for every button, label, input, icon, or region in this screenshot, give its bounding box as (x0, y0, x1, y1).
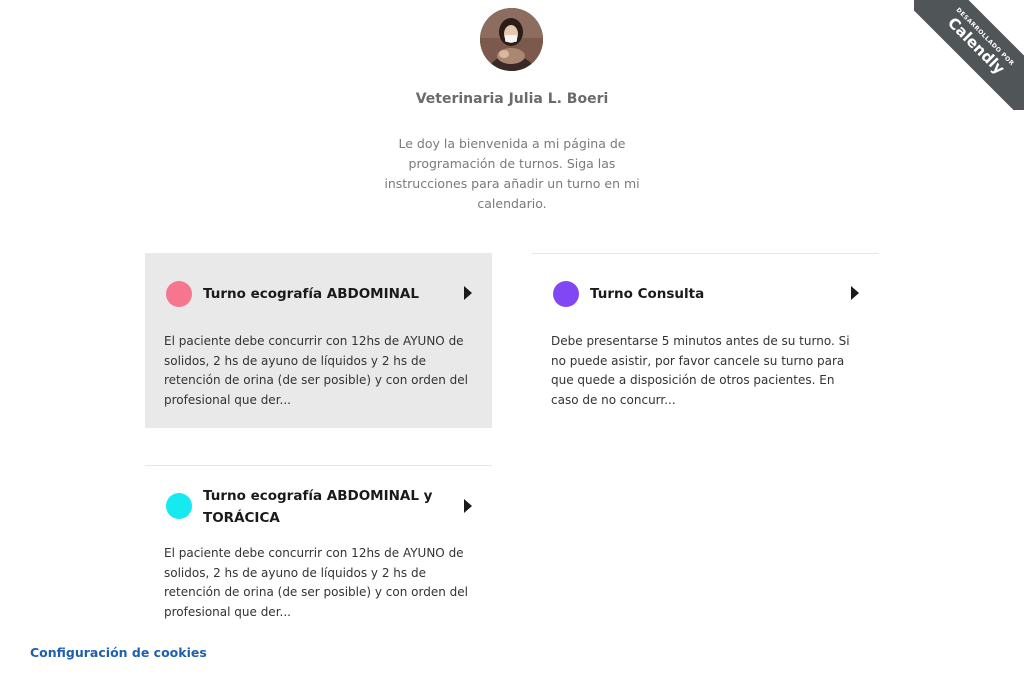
cookie-settings-link[interactable]: Configuración de cookies (30, 645, 207, 660)
event-description: Debe presentarse 5 minutos antes de su t… (551, 334, 850, 407)
event-color-dot (166, 281, 192, 307)
host-name: Veterinaria Julia L. Boeri (415, 91, 609, 107)
welcome-message: Le doy la bienvenida a mi página de prog… (384, 136, 640, 211)
event-color-dot (166, 493, 192, 519)
event-description: El paciente debe concurrir con 12hs de A… (164, 546, 468, 619)
caret-right-icon[interactable] (464, 286, 472, 300)
event-type-card[interactable]: Turno ecografía ABDOMINAL El paciente de… (145, 253, 492, 428)
host-avatar (480, 8, 543, 71)
caret-right-icon[interactable] (464, 499, 472, 513)
caret-right-icon[interactable] (851, 286, 859, 300)
host-photo (480, 8, 543, 71)
event-title[interactable]: Turno ecografía ABDOMINAL y TORÁCICA (203, 485, 443, 529)
event-type-card[interactable]: Turno ecografía ABDOMINAL y TORÁCICA El … (145, 465, 492, 635)
event-type-card[interactable]: Turno Consulta Debe presentarse 5 minuto… (532, 253, 879, 428)
event-title[interactable]: Turno ecografía ABDOMINAL (203, 283, 443, 305)
event-title[interactable]: Turno Consulta (590, 283, 830, 305)
booking-page: DESARROLLADO POR Calendly Veterinaria Ju… (0, 0, 1024, 682)
event-description: El paciente debe concurrir con 12hs de A… (164, 334, 468, 407)
event-color-dot (553, 281, 579, 307)
